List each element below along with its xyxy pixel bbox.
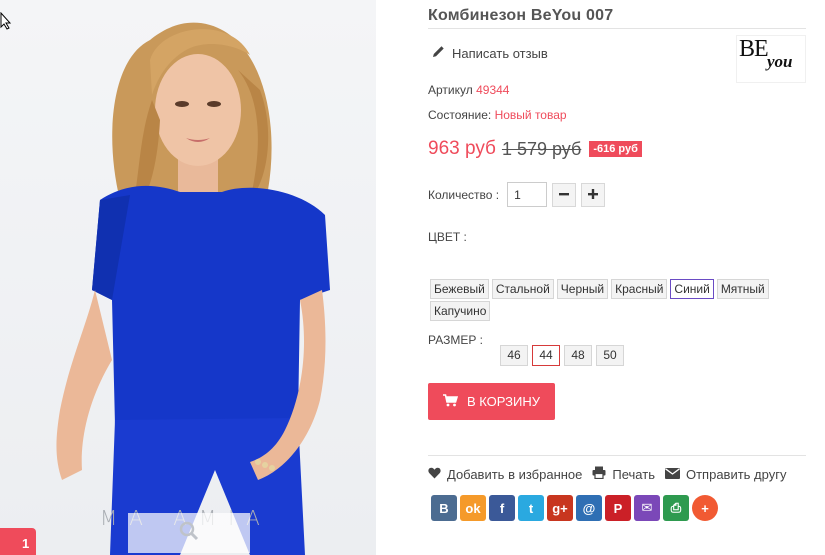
- add-to-favorites-label: Добавить в избранное: [447, 466, 583, 482]
- print-share-glyph: ⎙: [670, 500, 682, 515]
- size-options: 46 44 48 50: [500, 345, 624, 366]
- add-to-cart-label: В КОРЗИНУ: [466, 394, 541, 409]
- mail-ru-icon[interactable]: @: [576, 495, 602, 521]
- odnoklassniki-glyph: ok: [465, 500, 481, 516]
- social-share-bar: В ok f t g+ @ P ✉ ⎙ +: [431, 495, 718, 521]
- sku-label: Артикул: [428, 83, 473, 97]
- vk-icon[interactable]: В: [431, 495, 457, 521]
- color-option-selected[interactable]: Синий: [670, 279, 714, 299]
- quantity-decrease-button[interactable]: [552, 182, 577, 207]
- more-share-glyph: +: [701, 500, 709, 516]
- brand-logo-be: BE: [739, 36, 769, 62]
- twitter-icon[interactable]: t: [518, 495, 544, 521]
- condition-row: Состояние: Новый товар: [428, 108, 567, 122]
- odnoklassniki-icon[interactable]: ok: [460, 495, 486, 521]
- divider: [428, 455, 806, 456]
- color-option[interactable]: Мятный: [716, 279, 769, 299]
- color-option[interactable]: Бежевый: [430, 279, 489, 299]
- sku-value: 49344: [476, 83, 510, 97]
- envelope-icon: [664, 467, 680, 482]
- sku-row: Артикул 49344: [428, 83, 509, 97]
- email-glyph: ✉: [641, 500, 653, 515]
- quantity-stepper: Количество :: [428, 182, 606, 207]
- send-to-friend-label: Отправить другу: [685, 466, 787, 482]
- facebook-icon[interactable]: f: [489, 495, 515, 521]
- pinterest-icon[interactable]: P: [605, 495, 631, 521]
- add-to-cart-button[interactable]: В КОРЗИНУ: [428, 383, 555, 420]
- google-plus-glyph: g+: [552, 500, 568, 516]
- price-current: 963 руб: [428, 138, 496, 159]
- product-actions: Добавить в избранное Печать Отправить др…: [428, 466, 796, 482]
- price-block: 963 руб 1 579 руб -616 руб: [428, 138, 642, 160]
- quantity-increase-button[interactable]: [581, 182, 606, 207]
- heart-icon: [428, 467, 441, 482]
- brand-logo[interactable]: BE you: [736, 35, 806, 83]
- product-title: Комбинезон BeYou 007: [428, 7, 614, 24]
- twitter-glyph: t: [528, 500, 534, 516]
- color-option[interactable]: Стальной: [491, 279, 554, 299]
- brand-logo-you: you: [767, 52, 793, 71]
- print-share-icon[interactable]: ⎙: [663, 495, 689, 521]
- send-to-friend-link[interactable]: Отправить другу: [664, 466, 787, 482]
- email-icon[interactable]: ✉: [634, 495, 660, 521]
- add-to-favorites-link[interactable]: Добавить в избранное: [428, 467, 582, 482]
- printer-icon: [592, 466, 606, 482]
- photo-corner-badge: 1: [0, 528, 36, 555]
- magnifier-icon: [179, 521, 199, 546]
- size-option[interactable]: 50: [596, 345, 624, 366]
- minus-icon: [559, 186, 570, 203]
- cart-icon: [442, 393, 459, 410]
- price-old: 1 579 руб: [501, 138, 582, 159]
- zoom-button[interactable]: [128, 513, 250, 553]
- write-review-label: Написать отзыв: [452, 45, 548, 61]
- pencil-icon: [432, 45, 445, 61]
- size-option[interactable]: 46: [500, 345, 528, 366]
- facebook-glyph: f: [499, 500, 505, 516]
- write-review-link[interactable]: Написать отзыв: [432, 45, 548, 61]
- size-option[interactable]: 48: [564, 345, 592, 366]
- condition-label: Состояние:: [428, 108, 492, 122]
- pinterest-glyph: P: [613, 500, 623, 516]
- vk-glyph: В: [439, 500, 449, 516]
- color-options: Бежевый Стальной Черный Красный Синий Мя…: [430, 279, 770, 321]
- more-share-icon[interactable]: +: [692, 495, 718, 521]
- google-plus-icon[interactable]: g+: [547, 495, 573, 521]
- size-option-selected[interactable]: 44: [532, 345, 560, 366]
- model-illustration: [56, 22, 330, 555]
- discount-badge: -616 руб: [589, 141, 642, 157]
- color-label: ЦВЕТ :: [428, 230, 467, 244]
- color-option[interactable]: Черный: [556, 279, 609, 299]
- mail-ru-glyph: @: [582, 500, 596, 516]
- quantity-label: Количество :: [428, 187, 500, 202]
- plus-icon: [588, 186, 599, 203]
- color-option[interactable]: Капучино: [430, 301, 491, 321]
- print-link[interactable]: Печать: [592, 466, 655, 482]
- size-label: РАЗМЕР :: [428, 333, 483, 347]
- product-photo[interactable]: MA AMIA 1: [0, 0, 376, 555]
- quantity-input[interactable]: [507, 182, 548, 207]
- color-option[interactable]: Красный: [611, 279, 668, 299]
- product-info-panel: Комбинезон BeYou 007 Написать отзыв BE y…: [428, 0, 806, 555]
- condition-value: Новый товар: [494, 108, 567, 122]
- print-label: Печать: [612, 466, 655, 482]
- divider: [428, 28, 806, 29]
